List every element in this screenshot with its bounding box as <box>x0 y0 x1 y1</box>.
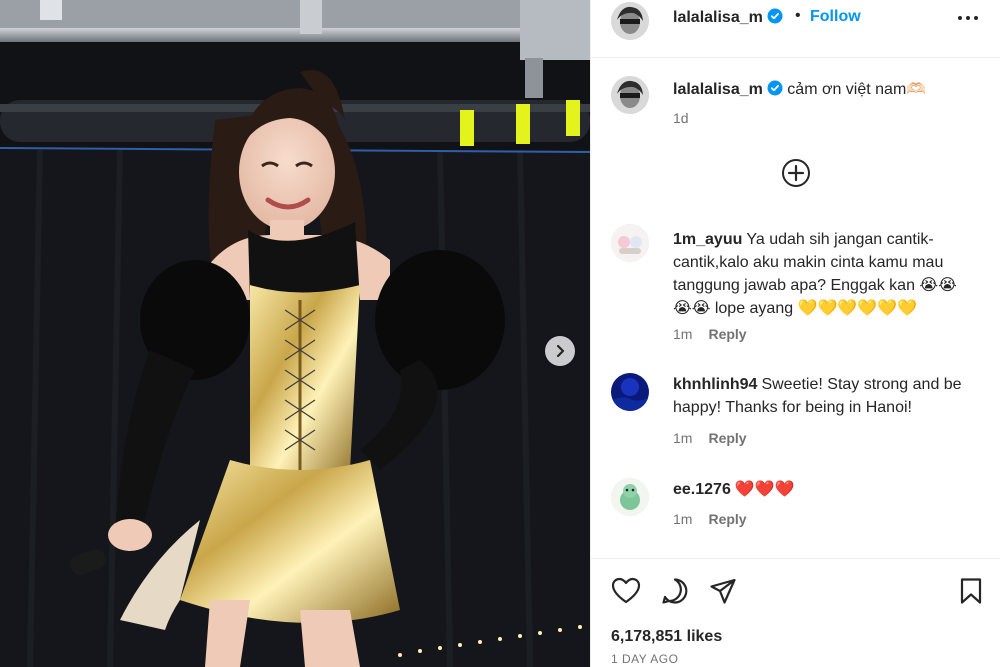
caption-time: 1d <box>673 110 689 126</box>
reply-button[interactable]: Reply <box>708 511 746 527</box>
separator-dot: • <box>795 7 801 24</box>
author-avatar[interactable] <box>611 2 649 40</box>
caption-avatar[interactable] <box>611 76 649 114</box>
post-actions-bar: 6,178,851 likes 1 DAY AGO <box>591 558 1000 667</box>
load-more-comments-button[interactable] <box>781 158 811 193</box>
comment-time: 1m <box>673 511 693 527</box>
reply-button[interactable]: Reply <box>708 430 746 446</box>
author-username[interactable]: lalalalisa_m <box>673 9 763 26</box>
reply-button[interactable]: Reply <box>708 326 746 342</box>
commenter-avatar[interactable] <box>611 478 649 516</box>
likes-count[interactable]: 6,178,851 likes <box>611 628 722 646</box>
post-photo[interactable] <box>0 0 590 667</box>
comment-username[interactable]: ee.1276 <box>673 481 731 498</box>
post-side-panel: lalalalisa_m • Follow lalalalisa_m cảm ơ… <box>590 0 1000 667</box>
paper-plane-icon[interactable] <box>709 577 737 610</box>
post-date[interactable]: 1 DAY AGO <box>611 652 678 666</box>
comment-time: 1m <box>673 430 693 446</box>
comment-time: 1m <box>673 326 693 342</box>
post-image <box>0 0 590 667</box>
comment-username[interactable]: 1m_ayuu <box>673 231 742 248</box>
heart-icon[interactable] <box>611 577 641 610</box>
follow-button[interactable]: Follow <box>810 8 861 26</box>
next-photo-button[interactable] <box>545 336 575 366</box>
comment-text: ❤️❤️❤️ <box>734 481 795 498</box>
verified-badge-icon <box>767 8 783 29</box>
commenter-avatar[interactable] <box>611 373 649 411</box>
caption-username[interactable]: lalalalisa_m <box>673 81 763 98</box>
verified-badge-icon <box>767 80 783 102</box>
plus-circle-icon <box>782 159 810 187</box>
commenter-avatar[interactable] <box>611 224 649 262</box>
chevron-right-icon <box>556 344 565 358</box>
post-header: lalalalisa_m • Follow <box>591 0 1000 58</box>
more-options-icon[interactable] <box>957 10 979 31</box>
bookmark-icon[interactable] <box>959 577 983 610</box>
caption-text: cảm ơn việt nam🫶🏻 <box>787 81 927 98</box>
comment-bubble-icon[interactable] <box>661 577 689 610</box>
comment-username[interactable]: khnhlinh94 <box>673 376 757 393</box>
